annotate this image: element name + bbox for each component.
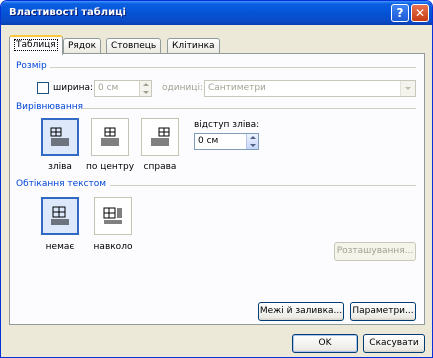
close-icon: ✕ [414,6,426,20]
wrap-around-option[interactable] [94,197,132,235]
wrap-none-option[interactable] [41,197,79,235]
tab-column[interactable]: Стовпець [106,38,162,54]
cancel-button[interactable]: Скасувати [363,334,425,353]
wrapping-group-label: Обтікання текстом [16,179,107,189]
tab-table-label: Таблиця [14,39,58,51]
align-center-option[interactable] [91,118,129,156]
align-right-icon [151,127,170,146]
help-icon: ? [396,6,404,20]
tab-row-label: Рядок [68,41,97,51]
options-button[interactable]: Параметри... [350,302,416,321]
units-label: одиниці: [162,83,203,93]
align-left-icon [50,127,69,146]
tab-row[interactable]: Рядок [63,38,102,54]
wrap-around-label: навколо [93,242,133,252]
wrapping-group-divider [110,185,416,186]
indent-label: відступ зліва: [194,120,260,130]
borders-shading-button[interactable]: Межі й заливка... [258,302,344,321]
indent-spinner[interactable] [246,134,258,149]
align-right-label: справа [143,162,177,172]
width-input[interactable]: 0 см [94,80,152,97]
tab-table[interactable]: Таблиця [9,35,63,55]
wrap-around-icon [103,207,122,224]
window-title: Властивості таблиці [9,7,126,18]
indent-value: 0 см [198,136,219,146]
align-center-icon [101,127,119,146]
tab-cell[interactable]: Клітинка [167,38,220,54]
positioning-button[interactable]: Розташування... [334,242,416,261]
table-properties-dialog: Властивості таблиці ? ✕ Таблиця Рядок Ст… [0,0,433,358]
indent-input[interactable]: 0 см [194,133,259,150]
tab-cell-label: Клітинка [172,41,215,51]
help-button[interactable]: ? [391,4,409,22]
align-center-label: по центру [85,162,135,172]
close-button[interactable]: ✕ [411,4,429,22]
wrap-none-icon [51,206,69,225]
width-label: ширина: [53,83,94,93]
wrap-none-label: немає [45,242,75,252]
align-right-option[interactable] [141,118,179,156]
width-spinner[interactable] [139,81,151,96]
tab-column-label: Стовпець [111,41,157,51]
align-left-option[interactable] [41,118,79,156]
align-left-label: зліва [48,162,72,172]
units-value: Сантиметри [208,83,266,93]
units-dropdown-arrow-icon[interactable] [400,81,415,96]
alignment-group-divider [82,108,416,109]
tab-panel-table: Розмір ширина: 0 см одиниці: Сантиметри … [9,53,425,325]
alignment-group-label: Вирівнювання [16,102,84,112]
size-group-label: Розмір [16,61,47,71]
width-checkbox[interactable] [37,82,49,94]
ok-button[interactable]: OK [292,334,358,353]
units-select[interactable]: Сантиметри [204,80,416,97]
size-group-divider [50,67,416,68]
title-bar[interactable]: Властивості таблиці ? ✕ [1,1,432,25]
width-value: 0 см [98,83,119,93]
